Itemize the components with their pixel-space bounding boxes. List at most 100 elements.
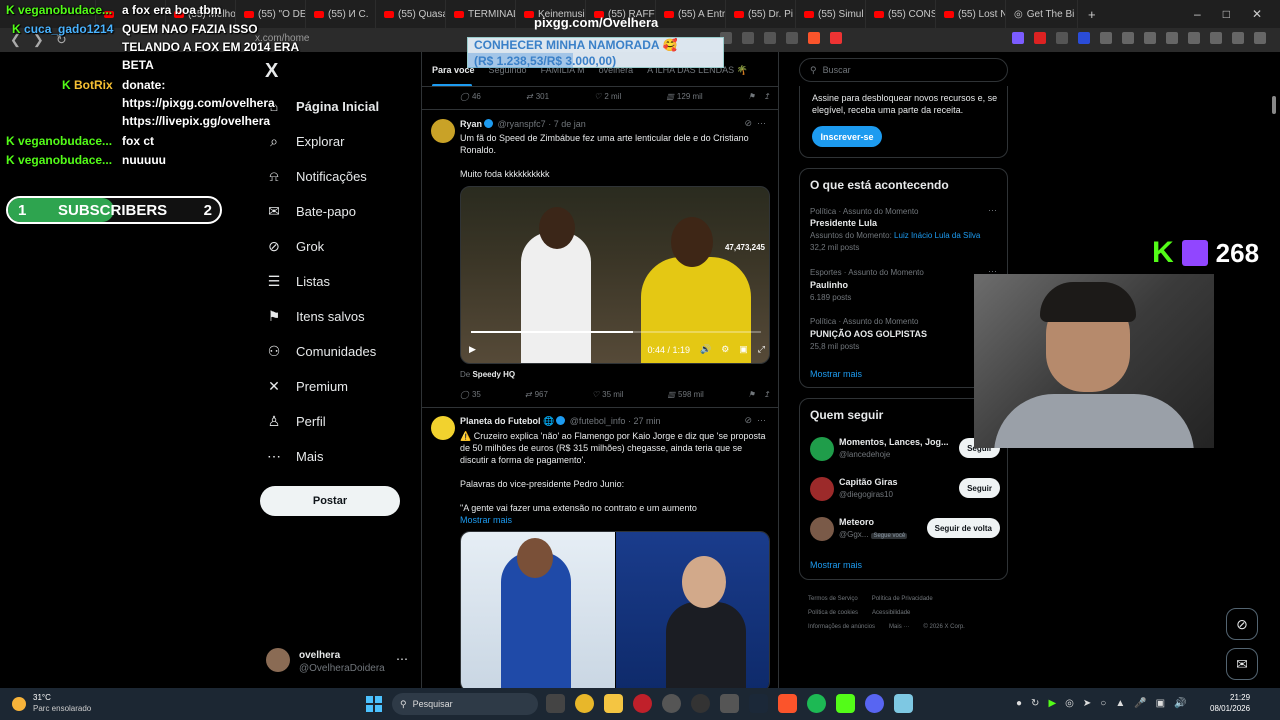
fullscreen-icon[interactable]: ⤢ [758, 344, 765, 355]
new-tab-button[interactable]: + [1078, 7, 1106, 22]
follow-suggestion[interactable]: Meteoro @Ggx... Segue você Seguir de volt… [810, 515, 1000, 543]
steam-icon[interactable] [749, 694, 768, 713]
nav-more[interactable]: ⋯ Mais [266, 448, 323, 465]
grok-icon[interactable]: ⊘ [744, 118, 752, 128]
tray-icon[interactable]: ▶ [1048, 698, 1056, 709]
tweet-image[interactable] [461, 532, 615, 691]
mic-icon[interactable]: 🎤 [1134, 698, 1146, 709]
tray-icon[interactable]: ◎ [1065, 698, 1074, 709]
browser-tab[interactable]: ◎ Get The Bi [1006, 0, 1078, 28]
app-icon[interactable] [691, 694, 710, 713]
follow-suggestion[interactable]: Momentos, Lances, Jog... @lancedehoje Se… [810, 435, 1000, 463]
app-icon[interactable] [720, 694, 739, 713]
share-icon[interactable]: ↥ [763, 92, 770, 101]
nav-communities[interactable]: ⚇ Comunidades [266, 343, 377, 360]
nav-bookmarks[interactable]: ⚑ Itens salvos [266, 308, 365, 325]
account-switcher[interactable]: ovelhera @OvelheraDoidera ⋯ [266, 648, 416, 676]
menu-icon[interactable] [1254, 32, 1266, 44]
post-button[interactable]: Postar [260, 486, 400, 516]
minimize-button[interactable]: – [1194, 7, 1201, 21]
pip-icon[interactable]: ▣ [739, 344, 748, 355]
x-logo[interactable]: X [265, 60, 278, 83]
extension-icon[interactable] [1122, 32, 1134, 44]
tray-icon[interactable]: ↻ [1031, 698, 1039, 709]
nav-home[interactable]: ⌂ Página Inicial [266, 98, 379, 114]
show-more-link[interactable]: Mostrar mais [810, 560, 862, 570]
file-explorer-icon[interactable] [604, 694, 623, 713]
sidebar-icon[interactable] [1166, 32, 1178, 44]
trend-related-link[interactable]: Luiz Inácio Lula da Silva [894, 231, 980, 240]
browser-tab[interactable]: (55) CONS [866, 0, 936, 28]
reply-button[interactable]: ◯ 46 [460, 92, 481, 101]
vpn-icon[interactable] [1232, 32, 1244, 44]
scrollbar-thumb[interactable] [1272, 96, 1276, 114]
views-button[interactable]: ▥ 129 mil [666, 92, 702, 101]
like-button[interactable]: ♡ 2 mil [594, 92, 621, 101]
wallet-icon[interactable] [1188, 32, 1200, 44]
subscribe-button[interactable]: Inscrever-se [812, 126, 882, 147]
share-icon[interactable] [764, 32, 776, 44]
footer-link[interactable]: Acessibilidade [872, 610, 910, 616]
bookmark-icon[interactable]: ⚑ [748, 390, 755, 399]
footer-link[interactable]: Política de Privacidade [872, 596, 933, 602]
reply-button[interactable]: ◯ 35 [460, 390, 481, 399]
tweet-video[interactable]: 47,473,245 ▶ 0:44 / 1:19 🔊 ⚙ ▣ ⤢ [460, 186, 770, 364]
messages-fab-icon[interactable]: ✉ [1226, 648, 1258, 680]
tray-icon[interactable]: ○ [1100, 698, 1106, 709]
nav-messages[interactable]: ✉ Bate-papo [266, 203, 356, 220]
views-button[interactable]: ▥ 598 mil [667, 390, 703, 399]
grok-icon[interactable]: ⊘ [744, 415, 752, 425]
brave-rewards-icon[interactable] [830, 32, 842, 44]
scrollbar[interactable] [1271, 56, 1277, 686]
repost-button[interactable]: ⇄ 967 [525, 390, 548, 399]
author-handle[interactable]: @ryanspfc7 [498, 119, 546, 129]
author-name[interactable]: Ryan [460, 119, 482, 129]
browser-tab[interactable]: (55) И С. [306, 0, 376, 28]
video-progress[interactable] [471, 331, 761, 333]
footer-link[interactable]: Mais ··· [889, 624, 909, 630]
bookmark-icon[interactable]: ⚑ [748, 92, 755, 101]
nav-explore[interactable]: ⌕ Explorar [266, 133, 344, 150]
show-more-link[interactable]: Mostrar mais [810, 369, 862, 379]
avatar[interactable] [431, 416, 455, 440]
footer-link[interactable]: Termos de Serviço [808, 596, 858, 602]
ai-icon[interactable] [1210, 32, 1222, 44]
tweet-images[interactable] [460, 531, 770, 692]
volume-icon[interactable]: 🔊 [1174, 698, 1186, 709]
maximize-button[interactable]: □ [1223, 7, 1230, 21]
app-icon[interactable] [662, 694, 681, 713]
nav-notifications[interactable]: ⍾ Notificações [266, 168, 366, 185]
avatar[interactable] [431, 119, 455, 143]
close-window-button[interactable]: ✕ [1252, 7, 1262, 21]
settings-icon[interactable]: ⚙ [721, 344, 729, 355]
source-name[interactable]: Speedy HQ [472, 370, 515, 379]
browser-tab[interactable]: TERMINAL [446, 0, 516, 28]
browser-tab[interactable]: (55) A Entr [656, 0, 726, 28]
chrome-icon[interactable] [575, 694, 594, 713]
browser-tab[interactable]: (55) Quasa [376, 0, 446, 28]
play-icon[interactable]: ▶ [469, 344, 476, 355]
search-input[interactable]: ⚲ Buscar [799, 58, 1008, 82]
clock[interactable]: 21:29 08/01/2026 [1210, 692, 1250, 714]
zoom-icon[interactable] [742, 32, 754, 44]
like-button[interactable]: ♡ 35 mil [592, 390, 624, 399]
extensions-puzzle-icon[interactable] [1100, 32, 1112, 44]
more-dots-icon[interactable]: ⋯ [757, 415, 766, 425]
follow-button[interactable]: Seguir [959, 478, 1000, 498]
trend-name[interactable]: Paulinho [810, 280, 848, 290]
more-dots-icon[interactable]: ⋯ [988, 205, 997, 216]
brave-shield-icon[interactable] [808, 32, 820, 44]
share-icon[interactable]: ↥ [763, 390, 770, 399]
opera-icon[interactable] [633, 694, 652, 713]
windows-start-icon[interactable] [366, 696, 382, 712]
extension-icon[interactable] [1034, 32, 1046, 44]
volume-icon[interactable]: 🔊 [700, 344, 711, 355]
trend-name[interactable]: PUNIÇÃO AOS GOLPISTAS [810, 329, 927, 339]
browser-tab[interactable]: (55) Lost N [936, 0, 1006, 28]
footer-link[interactable]: Informações de anúncios [808, 624, 875, 630]
tweet-time[interactable]: 7 de jan [554, 119, 586, 129]
repost-button[interactable]: ⇄ 301 [526, 92, 549, 101]
tweet-image[interactable] [616, 532, 769, 691]
follow-back-button[interactable]: Seguir de volta [926, 518, 1000, 538]
extension-icon[interactable] [1056, 32, 1068, 44]
